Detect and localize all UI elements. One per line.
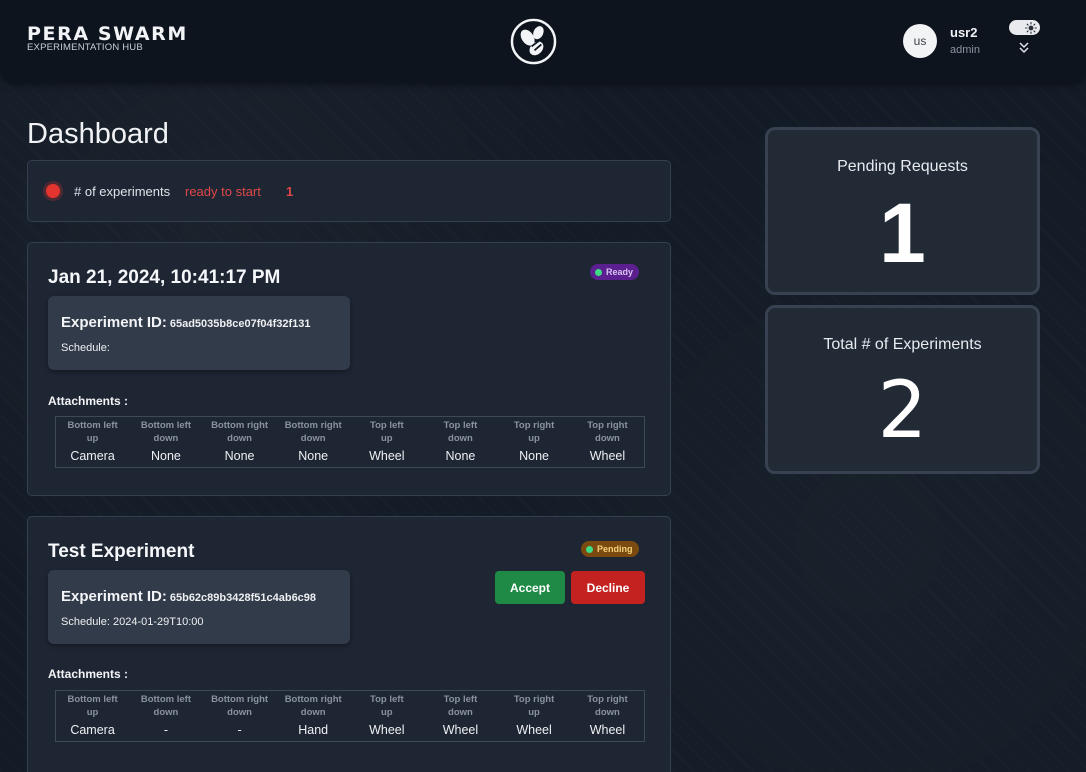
experiment-id-value: 65ad5035b8ce07f04f32f131 xyxy=(169,318,311,330)
table-cell: Wheel xyxy=(589,723,626,737)
attachments-label: Attachments : xyxy=(48,667,129,681)
table-cell: Wheel xyxy=(369,723,405,737)
attachments-label: Attachments : xyxy=(48,394,129,408)
experiment-title: Test Experiment xyxy=(48,541,195,562)
table-header: Bottom right down xyxy=(284,420,342,444)
table-header: Top right up xyxy=(513,420,555,444)
logo-title: PERA SWARM xyxy=(27,23,188,45)
table-header: Bottom left down xyxy=(140,694,191,718)
experiment-id-label: Experiment ID: xyxy=(61,314,167,331)
table-header: Bottom left up xyxy=(67,420,118,444)
experiment-id-label: Experiment ID: xyxy=(61,588,167,605)
total-experiments-card: Total # of Experiments 2 xyxy=(765,305,1040,474)
pending-requests-value: 1 xyxy=(879,186,926,280)
table-header: Top left up xyxy=(370,420,404,444)
experiment-id-value: 65b62c89b3428f51c4ab6c98 xyxy=(169,592,317,604)
experiment-info-box: Experiment ID: 65ad5035b8ce07f04f32f131 S… xyxy=(48,296,350,370)
attachments-table: Bottom left up Bottom left down Bottom rig… xyxy=(55,690,645,742)
app-logo[interactable]: PERA SWARM EXPERIMENTATION HUB xyxy=(27,24,188,53)
table-cell: Wheel xyxy=(369,449,405,463)
table-header: Top left down xyxy=(443,420,478,444)
theme-toggle[interactable] xyxy=(1009,20,1040,35)
experiment-card: Jan 21, 2024, 10:41:17 PM Ready Experime… xyxy=(27,242,671,496)
pending-requests-label: Pending Requests xyxy=(837,158,968,175)
experiment-id: Experiment ID: 65ad5035b8ce07f04f32f131 xyxy=(61,314,311,331)
attachments-value-row: Camera - - Hand Wheel Wheel Wheel Wheel xyxy=(56,719,645,742)
status-dot xyxy=(595,268,602,276)
table-header: Bottom right down xyxy=(211,420,269,444)
table-cell: Wheel xyxy=(589,449,626,463)
summary-count: 1 xyxy=(286,184,294,199)
table-header: Top right up xyxy=(513,694,555,718)
table-cell: Hand xyxy=(298,723,329,737)
table-cell: None xyxy=(298,449,329,463)
table-header: Bottom right down xyxy=(284,694,342,718)
top-header: PERA SWARM EXPERIMENTATION HUB us usr2 a… xyxy=(0,0,1086,82)
status-dot xyxy=(586,545,593,553)
accept-button[interactable]: Accept xyxy=(495,571,565,604)
table-cell: Camera xyxy=(70,449,115,463)
avatar[interactable]: us xyxy=(903,24,937,58)
status-badge: Pending xyxy=(581,541,639,557)
summary-label: # of experiments xyxy=(74,184,171,199)
attachments-table: Bottom left up Bottom left down Bottom rig… xyxy=(55,416,645,468)
table-header: Top right down xyxy=(587,420,628,444)
sun-icon xyxy=(1025,21,1037,34)
table-header: Top left up xyxy=(370,694,404,718)
user-name: usr2 xyxy=(950,25,978,40)
table-header: Top left down xyxy=(443,694,478,718)
total-experiments-value: 2 xyxy=(877,366,928,456)
table-header: Bottom left up xyxy=(67,694,118,718)
status-badge-label: Ready xyxy=(606,267,634,277)
user-role: admin xyxy=(950,44,980,56)
pending-requests-card: Pending Requests 1 xyxy=(765,127,1040,295)
double-chevron-down-icon[interactable] xyxy=(1017,41,1031,55)
status-badge: Ready xyxy=(590,264,640,280)
attachments-header-row: Bottom left up Bottom left down Bottom rig… xyxy=(56,691,645,720)
bee-icon[interactable] xyxy=(510,18,557,65)
summary-status: ready to start xyxy=(185,184,261,199)
page-title: Dashboard xyxy=(27,118,169,150)
table-cell: Wheel xyxy=(516,723,552,737)
table-cell: Wheel xyxy=(442,723,479,737)
table-cell: - xyxy=(163,723,169,737)
decline-button[interactable]: Decline xyxy=(571,571,645,604)
total-experiments-label: Total # of Experiments xyxy=(823,336,982,353)
experiment-id: Experiment ID: 65b62c89b3428f51c4ab6c98 xyxy=(61,588,316,605)
table-cell: None xyxy=(445,449,476,463)
status-indicator-dot xyxy=(46,184,60,198)
experiments-summary-card: # of experiments ready to start 1 xyxy=(27,160,671,222)
table-header: Top right down xyxy=(587,694,628,718)
experiment-info-box: Experiment ID: 65b62c89b3428f51c4ab6c98 S… xyxy=(48,570,350,644)
status-badge-label: Pending xyxy=(597,544,633,554)
table-cell: None xyxy=(224,449,255,463)
table-cell: None xyxy=(150,449,181,463)
experiment-schedule: Schedule: 2024-01-29T10:00 xyxy=(61,616,204,628)
experiment-title: Jan 21, 2024, 10:41:17 PM xyxy=(48,267,281,288)
table-header: Bottom left down xyxy=(140,420,191,444)
table-header: Bottom right down xyxy=(211,694,269,718)
table-cell: - xyxy=(237,723,242,737)
table-cell: None xyxy=(519,449,549,463)
experiment-card: Test Experiment Pending Experiment ID: 65… xyxy=(27,516,671,772)
experiment-schedule: Schedule: xyxy=(61,342,110,354)
attachments-value-row: Camera None None None Wheel None None Wh… xyxy=(56,445,645,468)
attachments-header-row: Bottom left up Bottom left down Bottom rig… xyxy=(56,417,645,446)
table-cell: Camera xyxy=(70,723,115,737)
